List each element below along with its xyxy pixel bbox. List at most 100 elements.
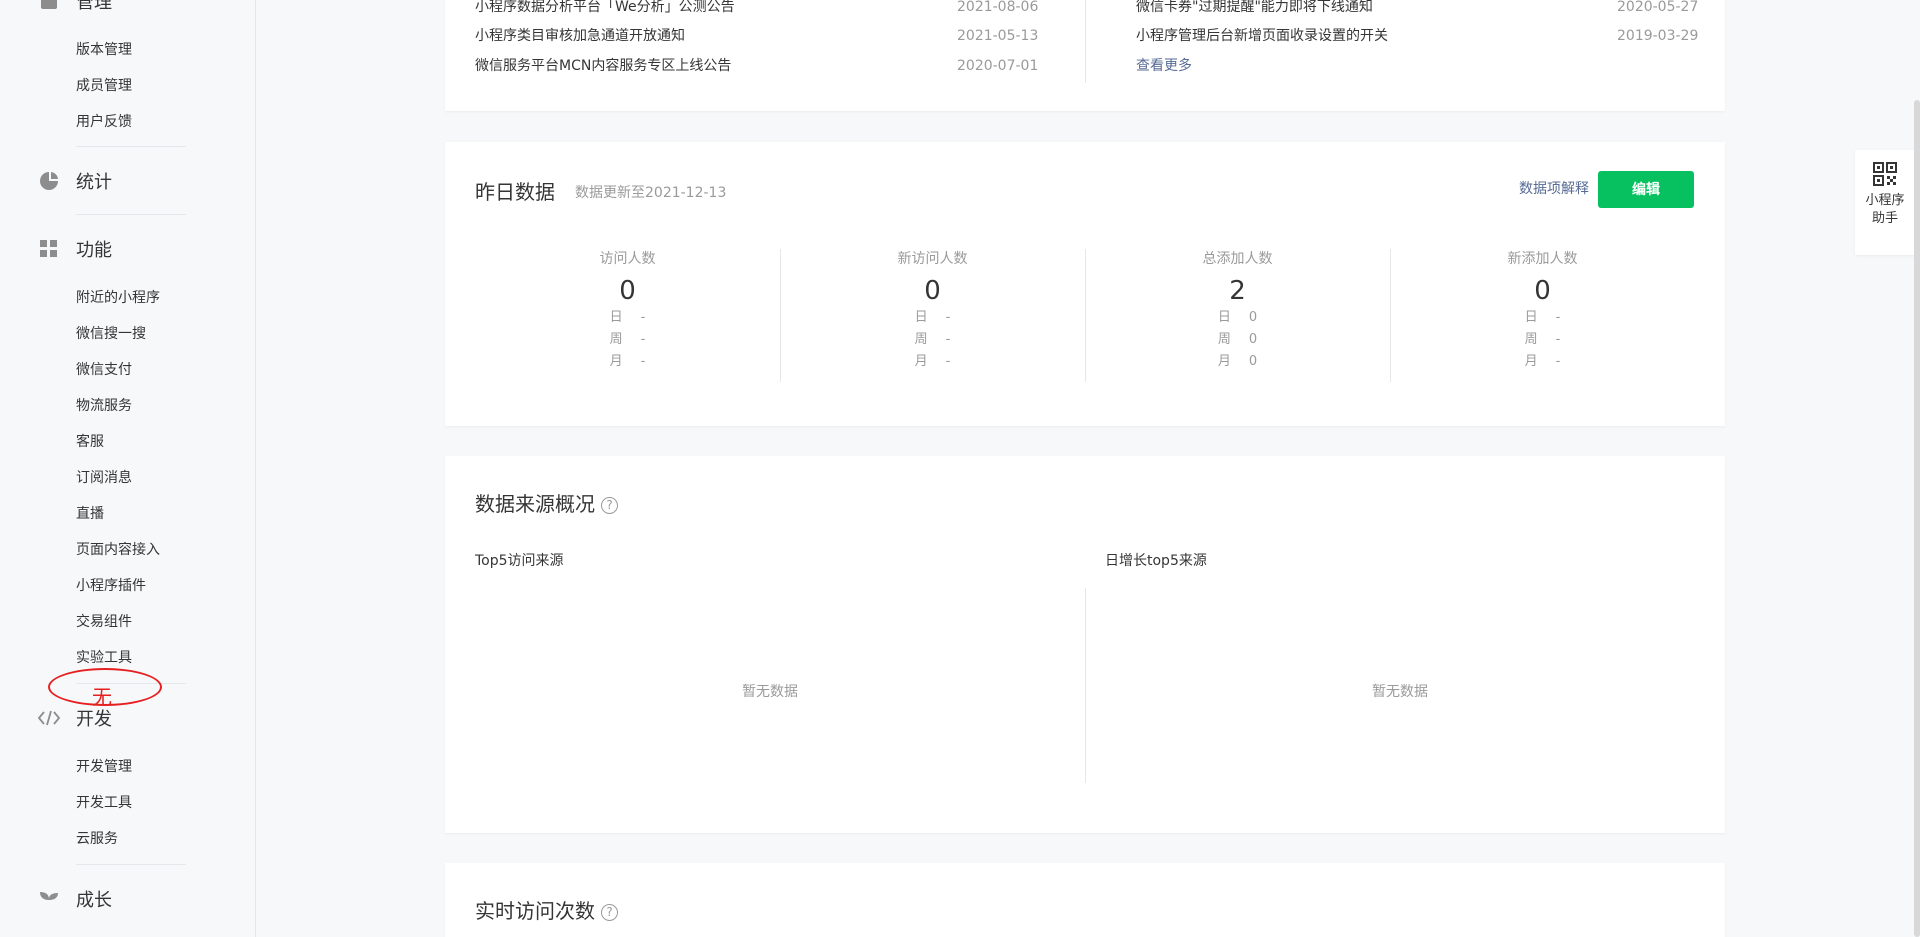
sidebar-item-experiment[interactable]: 实验工具: [76, 648, 132, 668]
stat-label: 新添加人数: [1507, 251, 1578, 267]
daily-growth-source-title: 日增长top5来源: [1105, 553, 1207, 569]
stat-label: 访问人数: [599, 251, 656, 267]
stat-value: 0: [619, 276, 636, 306]
week-value: -: [640, 332, 646, 347]
month-label: 月: [1524, 354, 1538, 369]
view-more-link[interactable]: 查看更多: [1136, 56, 1192, 76]
miniprogram-assistant[interactable]: 小程序 助手: [1855, 150, 1915, 255]
sidebar-item-subscribe[interactable]: 订阅消息: [76, 468, 132, 488]
card-title: 数据来源概况: [475, 492, 595, 516]
week-label: 周: [914, 332, 928, 347]
notice-link[interactable]: 小程序管理后台新增页面收录设置的开关: [1136, 26, 1388, 46]
sidebar-item-trade[interactable]: 交易组件: [76, 612, 132, 632]
week-value: -: [1555, 332, 1561, 347]
month-value: -: [1555, 354, 1561, 369]
notice-date: 2021-05-13: [957, 28, 1039, 44]
week-value: 0: [1248, 332, 1258, 347]
assistant-label-2: 助手: [1871, 211, 1898, 226]
stat-visitors: 访问人数 0 日 - 周 - 月 -: [475, 249, 780, 382]
grid-icon: [38, 238, 60, 260]
notices-divider: [1085, 0, 1086, 83]
card-title-wrap: 实时访问次数?: [475, 895, 618, 924]
help-icon[interactable]: ?: [601, 904, 618, 921]
week-value: -: [945, 332, 951, 347]
week-label: 周: [609, 332, 623, 347]
notice-date: 2020-05-27: [1617, 0, 1699, 15]
qr-code-icon: [1873, 162, 1897, 186]
scrollbar[interactable]: [1914, 100, 1920, 937]
stat-value: 0: [1534, 276, 1551, 306]
assistant-label-1: 小程序: [1865, 193, 1905, 208]
sidebar-section-label: 成长: [76, 890, 112, 911]
source-divider: [1085, 588, 1086, 783]
sidebar-item-cloud[interactable]: 云服务: [76, 829, 118, 849]
empty-state: 暂无数据: [742, 684, 798, 700]
day-label: 日: [914, 310, 928, 325]
month-value: -: [640, 354, 646, 369]
notice-link[interactable]: 微信卡券"过期提醒"能力即将下线通知: [1136, 0, 1373, 17]
sidebar-item-feedback[interactable]: 用户反馈: [76, 112, 132, 132]
sidebar-section-label: 管理: [76, 0, 112, 13]
card-title: 实时访问次数: [475, 899, 595, 923]
manage-icon: [38, 0, 60, 12]
code-icon: [38, 707, 60, 729]
sidebar-item-search[interactable]: 微信搜一搜: [76, 324, 146, 344]
stat-total-added: 总添加人数 2 日 0 周 0 月 0: [1085, 249, 1390, 382]
update-date: 数据更新至2021-12-13: [575, 185, 727, 201]
day-label: 日: [609, 310, 623, 325]
sidebar-divider: [76, 214, 186, 215]
day-value: 0: [1248, 310, 1258, 325]
top5-source-title: Top5访问来源: [475, 553, 564, 569]
help-icon[interactable]: ?: [601, 497, 618, 514]
sidebar-section-stats[interactable]: 统计: [38, 166, 112, 196]
notice-link[interactable]: 小程序数据分析平台「We分析」公测公告: [475, 0, 735, 17]
sidebar-item-dev-manage[interactable]: 开发管理: [76, 757, 132, 777]
data-explain-link[interactable]: 数据项解释: [1519, 178, 1589, 198]
stat-label: 新访问人数: [897, 251, 968, 267]
sidebar-item-members[interactable]: 成员管理: [76, 76, 132, 96]
yesterday-data-card: 昨日数据 数据更新至2021-12-13 数据项解释 编辑 访问人数 0 日 - …: [445, 142, 1725, 426]
sidebar-section-manage[interactable]: 管理: [38, 0, 112, 16]
sidebar-item-version[interactable]: 版本管理: [76, 40, 132, 60]
notice-date: 2020-07-01: [957, 58, 1039, 74]
notice-link[interactable]: 微信服务平台MCN内容服务专区上线公告: [475, 56, 731, 76]
notices-card: 小程序数据分析平台「We分析」公测公告 2021-08-06 小程序类目审核加急…: [445, 0, 1725, 111]
month-label: 月: [914, 354, 928, 369]
sidebar-divider: [76, 146, 186, 147]
sidebar-item-plugin[interactable]: 小程序插件: [76, 576, 146, 596]
stat-new-visitors: 新访问人数 0 日 - 周 - 月 -: [780, 249, 1085, 382]
month-value: 0: [1248, 354, 1258, 369]
pie-chart-icon: [38, 170, 60, 192]
annotation-text: 无: [92, 685, 112, 709]
sidebar-section-label: 统计: [76, 172, 112, 193]
card-title: 昨日数据: [475, 180, 555, 204]
stat-new-added: 新添加人数 0 日 - 周 - 月 -: [1390, 249, 1695, 382]
card-title-wrap: 数据来源概况?: [475, 488, 618, 517]
sidebar-item-nearby[interactable]: 附近的小程序: [76, 288, 160, 308]
day-label: 日: [1524, 310, 1538, 325]
stat-label: 总添加人数: [1202, 251, 1273, 267]
stat-value: 2: [1229, 276, 1246, 306]
sidebar-item-logistics[interactable]: 物流服务: [76, 396, 132, 416]
sidebar-item-live[interactable]: 直播: [76, 504, 104, 524]
day-value: -: [945, 310, 951, 325]
edit-button[interactable]: 编辑: [1598, 171, 1694, 208]
sidebar-item-pay[interactable]: 微信支付: [76, 360, 132, 380]
sidebar-item-page-content[interactable]: 页面内容接入: [76, 540, 160, 560]
sidebar-section-features[interactable]: 功能: [38, 234, 112, 264]
sidebar-section-growth[interactable]: 成长: [38, 884, 112, 914]
notice-link[interactable]: 小程序类目审核加急通道开放通知: [475, 26, 685, 46]
month-label: 月: [609, 354, 623, 369]
month-label: 月: [1217, 354, 1231, 369]
day-value: -: [640, 310, 646, 325]
notice-date: 2021-08-06: [957, 0, 1039, 15]
week-label: 周: [1217, 332, 1231, 347]
sidebar-item-service[interactable]: 客服: [76, 432, 104, 452]
sprout-icon: [38, 888, 60, 910]
week-label: 周: [1524, 332, 1538, 347]
empty-state: 暂无数据: [1372, 684, 1428, 700]
notice-date: 2019-03-29: [1617, 28, 1699, 44]
data-source-card: 数据来源概况? Top5访问来源 日增长top5来源 暂无数据 暂无数据: [445, 456, 1725, 833]
day-value: -: [1555, 310, 1561, 325]
sidebar-item-dev-tools[interactable]: 开发工具: [76, 793, 132, 813]
